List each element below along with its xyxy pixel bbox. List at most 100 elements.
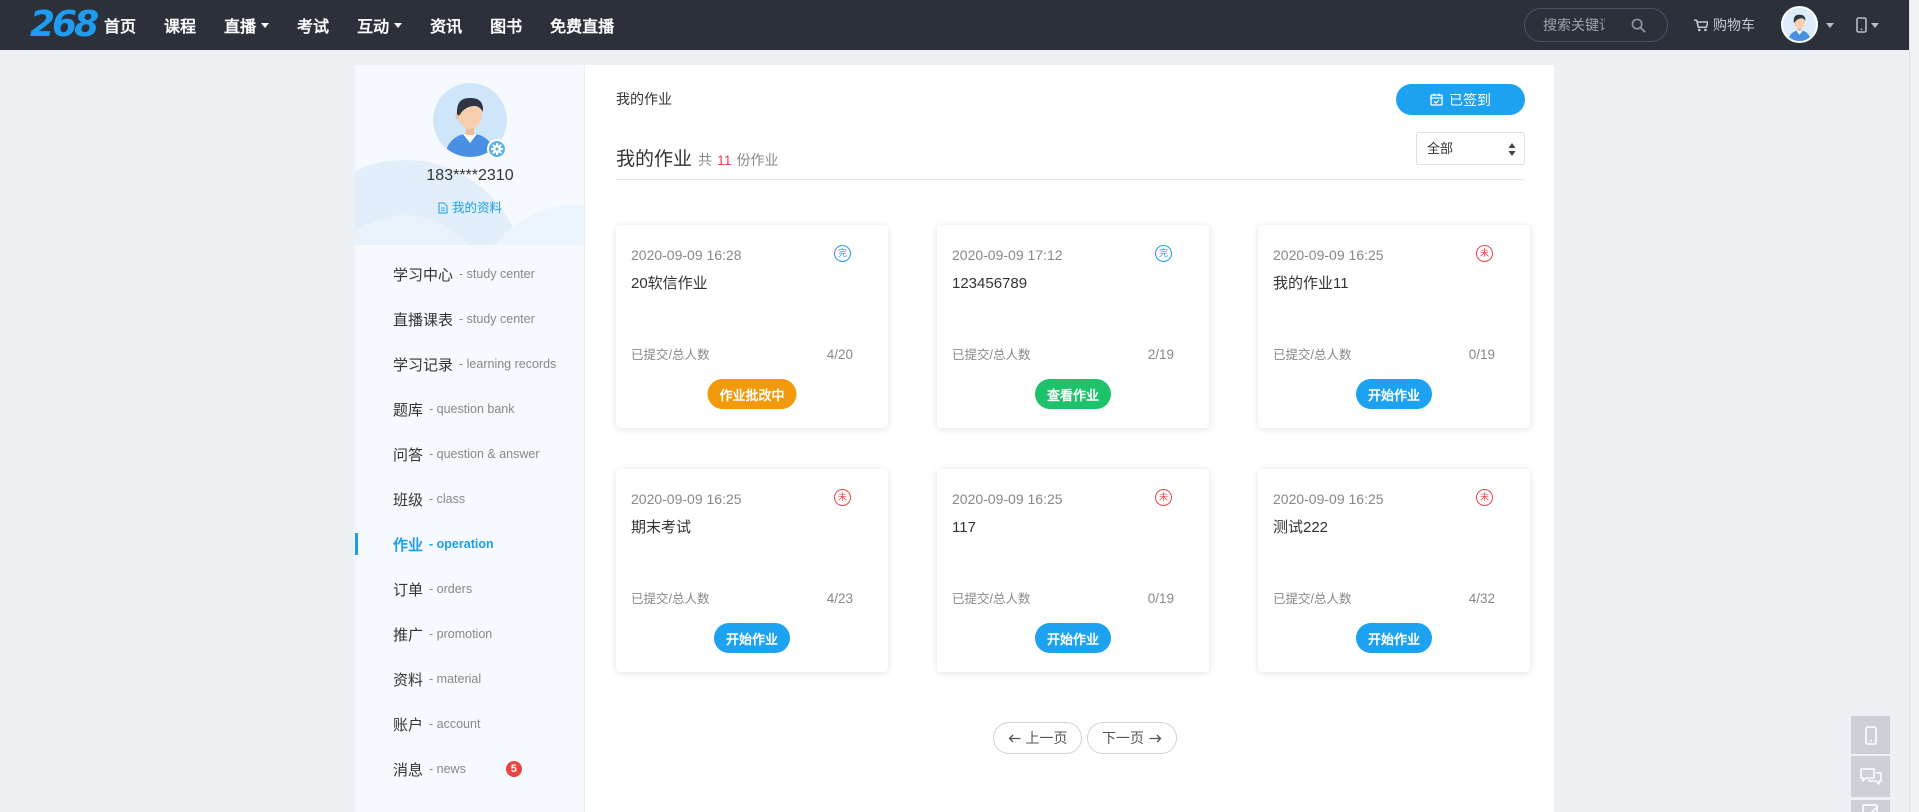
sidebar-item-label: 问答	[393, 446, 424, 464]
my-profile-link[interactable]: 我的资料	[355, 200, 584, 216]
sidebar-item-subtitle: - question bank	[429, 402, 515, 416]
card-date: 2020-09-09 16:25	[1273, 491, 1384, 507]
chevron-down-icon	[261, 22, 270, 28]
next-page-button[interactable]: 下一页	[1087, 722, 1177, 754]
nav-books[interactable]: 图书	[490, 13, 522, 37]
sidebar-item-subtitle: - question & answer	[429, 447, 540, 461]
stat-value: 2/19	[1147, 347, 1174, 362]
sidebar-item-label: 作业	[393, 536, 424, 554]
next-page-label: 下一页	[1102, 730, 1144, 746]
card-date: 2020-09-09 17:12	[952, 247, 1063, 263]
sidebar-item-subtitle: - class	[429, 492, 466, 506]
nav-label: 图书	[490, 19, 523, 36]
homework-card: 2020-09-09 16:28 完 20软信作业 已提交/总人数 4/20 作业批改中	[616, 225, 888, 428]
sidebar-item-account[interactable]: 账户 - account	[355, 713, 584, 735]
stat-label: 已提交/总人数	[1273, 348, 1352, 362]
title-divider	[616, 179, 1525, 180]
sidebar-item-subtitle: - material	[429, 672, 482, 686]
site-logo[interactable]: 268	[30, 3, 99, 47]
phone-icon	[1864, 726, 1877, 745]
nav-exams[interactable]: 考试	[297, 13, 329, 37]
sidebar-item-learning-center[interactable]: 学习中心 - study center	[355, 263, 584, 285]
sidebar: 183****2310 我的资料 学习中心 - study center 直播课表 -…	[355, 65, 585, 812]
nav-interaction[interactable]: 互动	[357, 13, 403, 37]
homework-action-button[interactable]: 开始作业	[1034, 623, 1112, 653]
phone-icon[interactable]	[1856, 17, 1867, 33]
cart-link[interactable]: 购物车	[1694, 0, 1755, 50]
arrow-left-icon	[1008, 734, 1020, 742]
homework-action-button[interactable]: 开始作业	[1355, 379, 1433, 409]
sidebar-item-promotion[interactable]: 推广 - promotion	[355, 623, 584, 645]
user-menu-chevron-icon[interactable]	[1826, 23, 1834, 28]
avatar-settings-button[interactable]	[487, 139, 507, 159]
filter-dropdown: 全部	[1416, 132, 1525, 165]
card-title: 123456789	[952, 275, 1028, 292]
sidebar-item-orders[interactable]: 订单 - orders	[355, 578, 584, 600]
nav-label: 考试	[297, 19, 330, 36]
float-phone-button[interactable]	[1851, 716, 1890, 754]
status-icon: 完	[1155, 245, 1172, 262]
stat-label: 已提交/总人数	[631, 592, 710, 606]
search-icon[interactable]	[1631, 18, 1646, 33]
stat-label: 已提交/总人数	[1273, 592, 1352, 606]
stat-value: 0/19	[1468, 347, 1495, 362]
sidebar-item-question-answer[interactable]: 问答 - question & answer	[355, 443, 584, 465]
nav-courses[interactable]: 课程	[164, 13, 196, 37]
sidebar-item-learning-records[interactable]: 学习记录 - learning records	[355, 353, 584, 375]
checkin-button[interactable]: 已签到	[1396, 84, 1525, 115]
page-scrollbar[interactable]	[1909, 0, 1919, 812]
homework-card: 2020-09-09 17:12 完 123456789 已提交/总人数 2/19 查看作…	[937, 225, 1209, 428]
sidebar-item-live-schedule[interactable]: 直播课表 - study center	[355, 308, 584, 330]
homework-card: 2020-09-09 16:25 未 117 已提交/总人数 0/19 开始作业	[937, 469, 1209, 672]
nav-live[interactable]: 直播	[224, 13, 270, 37]
sidebar-item-subtitle: - orders	[429, 582, 473, 596]
homework-action-button[interactable]: 查看作业	[1034, 379, 1112, 409]
sidebar-item-label: 账户	[393, 716, 424, 734]
mobile-menu-chevron-icon[interactable]	[1871, 23, 1879, 28]
nav-label: 免费直播	[550, 19, 615, 36]
unread-badge: 5	[505, 761, 522, 777]
sidebar-item-question-bank[interactable]: 题库 - question bank	[355, 398, 584, 420]
status-icon: 未	[1476, 245, 1493, 262]
sidebar-item-label: 订单	[393, 581, 424, 599]
nav-home[interactable]: 首页	[104, 13, 136, 37]
avatar-icon	[1783, 8, 1816, 41]
chat-icon	[1859, 768, 1882, 785]
nav-label: 课程	[164, 19, 197, 36]
search-box	[1524, 8, 1668, 42]
document-icon	[438, 202, 448, 214]
sidebar-item-material[interactable]: 资料 - material	[355, 668, 584, 690]
homework-action-button[interactable]: 作业批改中	[707, 379, 797, 409]
nav-label: 首页	[104, 19, 137, 36]
nav-free-live[interactable]: 免费直播	[550, 13, 614, 37]
card-date: 2020-09-09 16:25	[1273, 247, 1384, 263]
username: 183****2310	[426, 167, 514, 184]
user-avatar[interactable]	[1781, 6, 1818, 43]
card-title: 20软信作业	[631, 275, 708, 292]
sidebar-item-homework[interactable]: 作业 - operation	[355, 533, 584, 555]
float-chat-button[interactable]	[1851, 756, 1890, 797]
status-icon: 未	[1476, 489, 1493, 506]
prev-page-label: 上一页	[1025, 730, 1068, 746]
sidebar-item-messages[interactable]: 消息 - news 5	[355, 758, 584, 780]
sidebar-item-label: 推广	[393, 626, 424, 644]
page-title-text: 我的作业	[616, 149, 693, 170]
float-feedback-button[interactable]	[1851, 800, 1890, 812]
status-icon: 未	[834, 489, 851, 506]
stat-value: 4/32	[1468, 591, 1495, 606]
arrow-right-icon	[1149, 734, 1162, 742]
sidebar-item-label: 学习记录	[393, 356, 454, 374]
nav-news[interactable]: 资讯	[430, 13, 462, 37]
homework-card: 2020-09-09 16:25 未期末考试 已提交/总人数 4/23 开始作业	[616, 469, 888, 672]
cart-icon	[1694, 18, 1708, 31]
prev-page-button[interactable]: 上一页	[993, 722, 1082, 754]
homework-action-button[interactable]: 开始作业	[713, 623, 791, 653]
sidebar-item-subtitle: - study center	[459, 312, 535, 326]
page-title: 我的作业 共 11 份作业	[616, 144, 779, 171]
sidebar-item-label: 学习中心	[393, 266, 454, 284]
sidebar-item-class[interactable]: 班级 - class	[355, 488, 584, 510]
feedback-icon	[1861, 804, 1879, 812]
search-input[interactable]	[1543, 9, 1605, 41]
homework-action-button[interactable]: 开始作业	[1355, 623, 1433, 653]
filter-select[interactable]: 全部	[1417, 133, 1524, 164]
